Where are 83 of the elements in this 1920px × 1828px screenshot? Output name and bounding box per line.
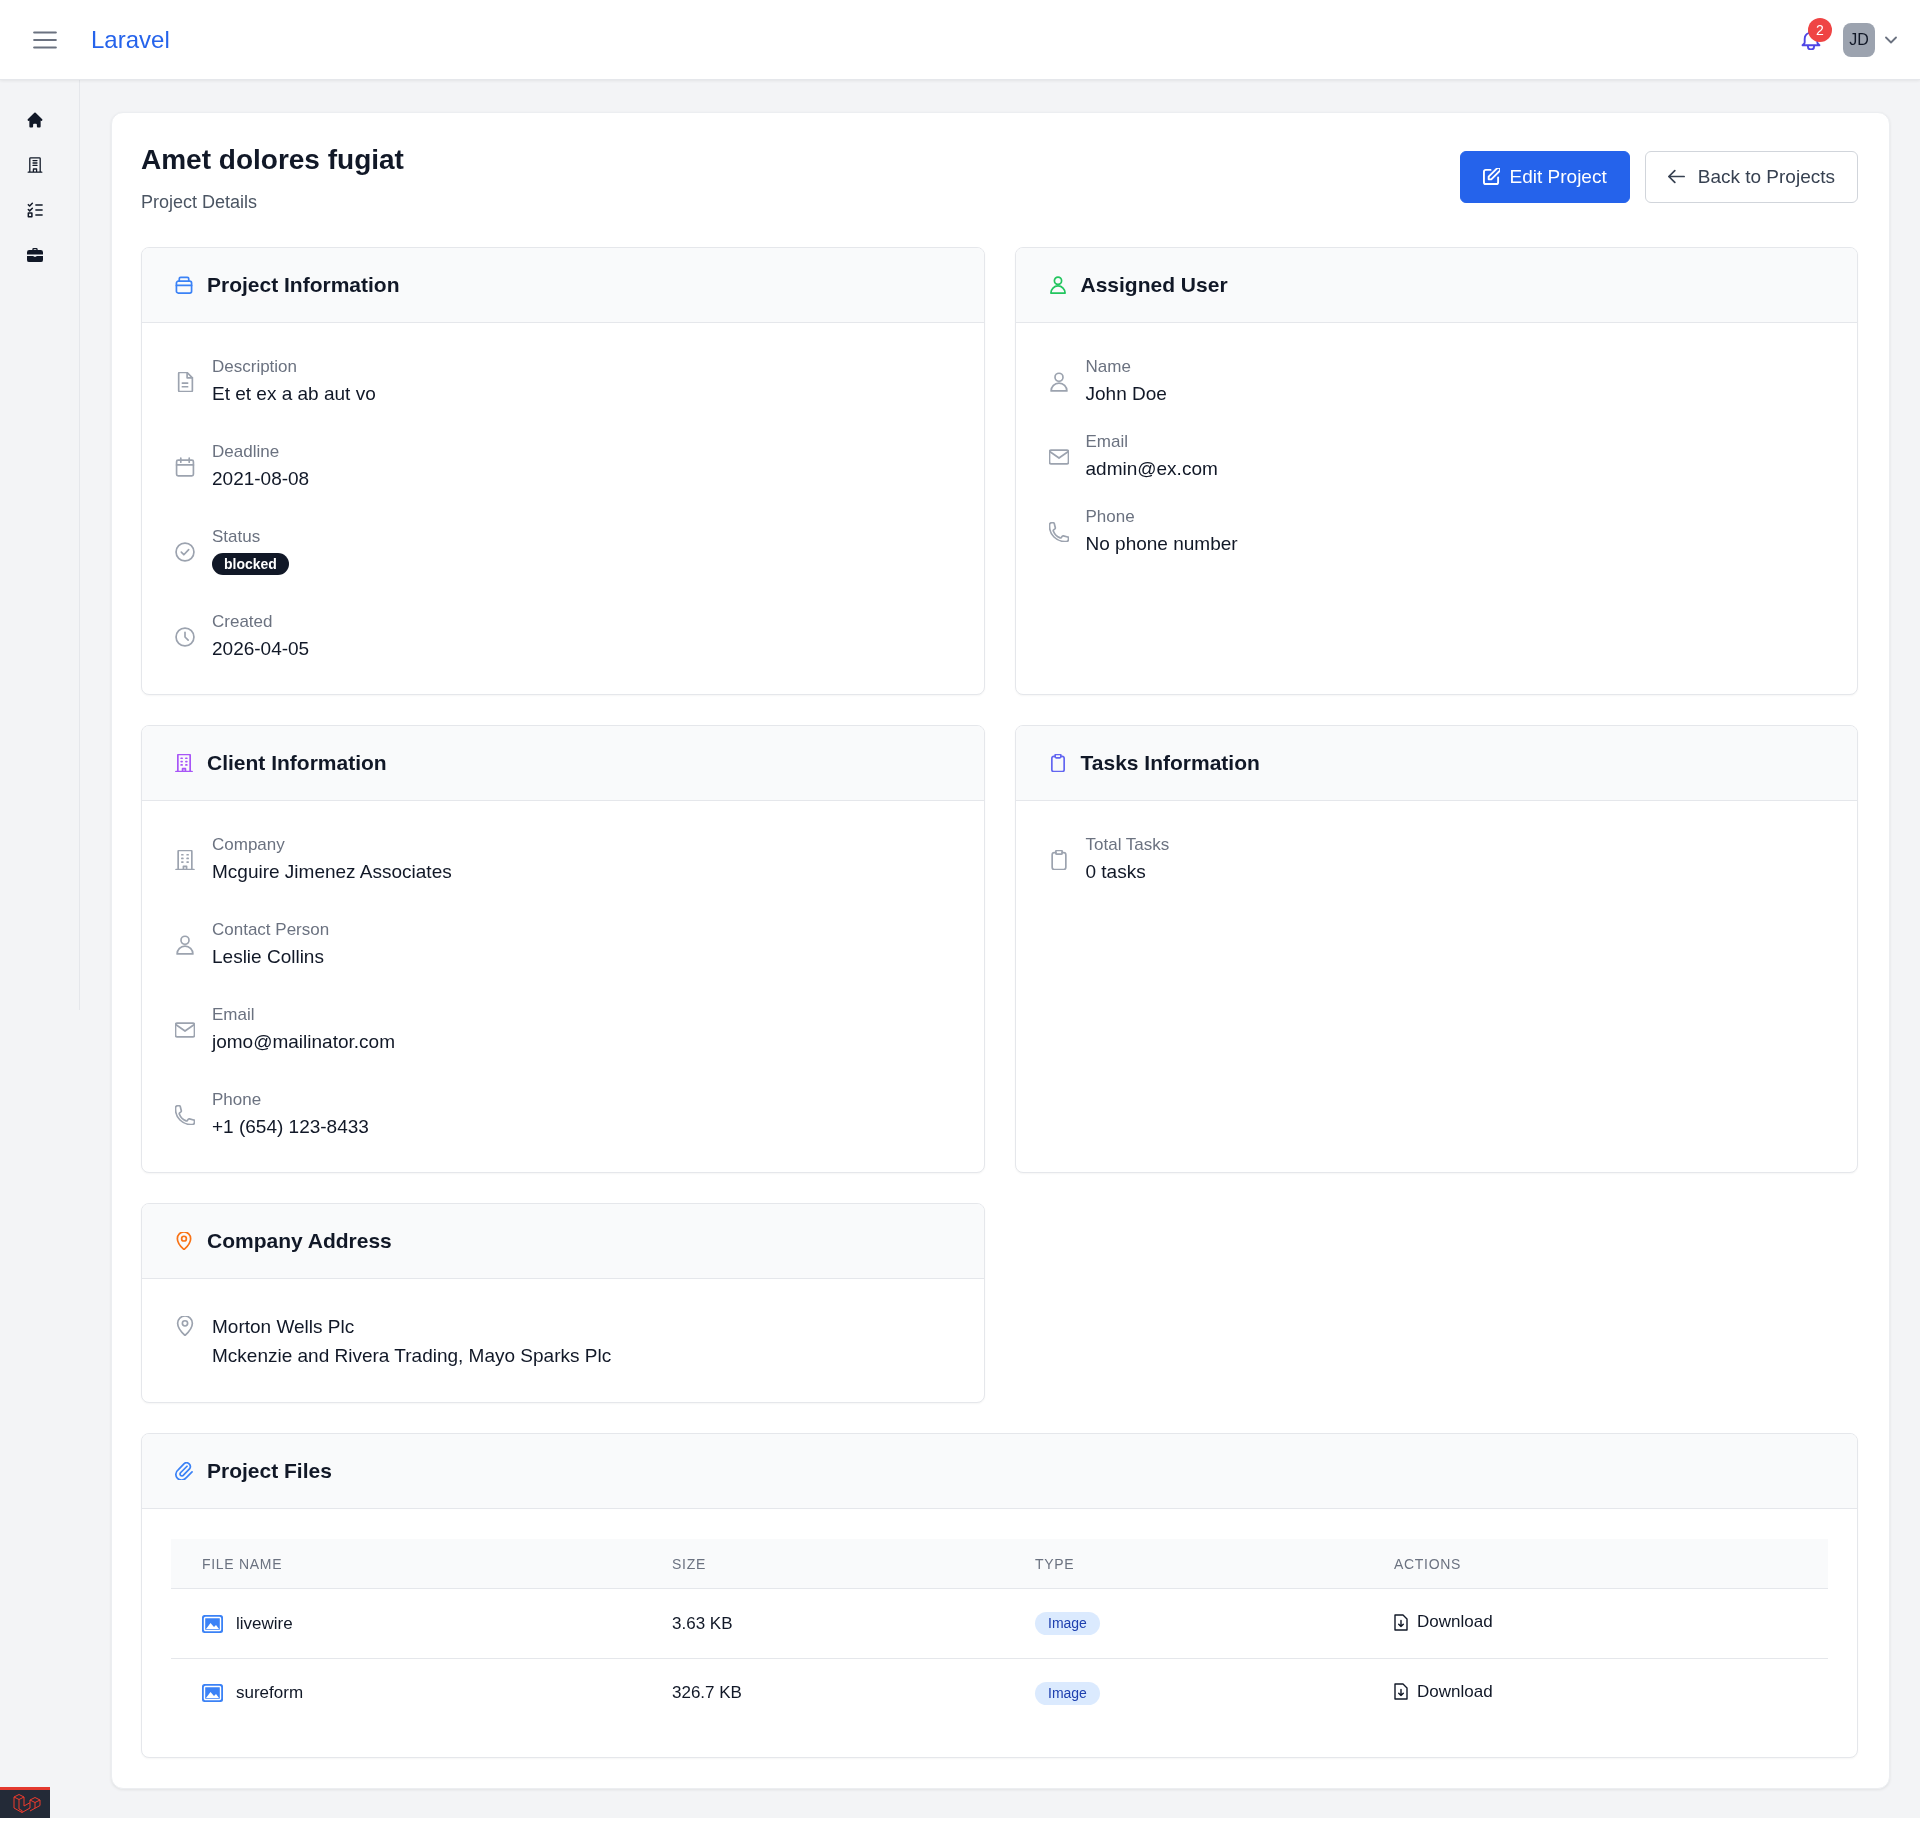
building-icon[interactable] [27, 157, 43, 173]
phone-icon [175, 1104, 195, 1125]
field-value: John Doe [1085, 382, 1167, 406]
clock-icon [175, 626, 195, 647]
phone-icon [1048, 521, 1069, 542]
field-value: 0 tasks [1085, 860, 1147, 884]
field-label: Contact Person [212, 919, 330, 941]
home-icon[interactable] [27, 112, 43, 128]
type-badge: Image [1035, 1612, 1100, 1635]
envelope-icon [175, 1019, 195, 1040]
arrow-left-icon [1667, 168, 1685, 185]
brand-name[interactable]: Laravel [91, 25, 170, 54]
field-label: Name [1085, 356, 1132, 378]
status-badge: blocked [212, 553, 289, 575]
card-title: Project Files [207, 1459, 332, 1483]
file-size: 3.63 KB [672, 1613, 733, 1634]
download-icon [1394, 1613, 1408, 1631]
field-label: Deadline [212, 441, 281, 463]
clipboard-icon [1048, 849, 1069, 870]
card-title: Client Information [207, 751, 387, 775]
edit-button[interactable]: Edit Project [1459, 150, 1630, 203]
download-link[interactable]: Download [1394, 1681, 1493, 1702]
user-icon [1048, 371, 1069, 392]
card-title: Project Information [207, 273, 400, 297]
page-title: Amet dolores fugiat [141, 143, 404, 177]
field-value: jomo@mailinator.com [212, 1030, 395, 1054]
field-label: Description [212, 356, 299, 378]
document-icon [175, 371, 195, 392]
building-icon [175, 754, 193, 772]
stack-icon [175, 276, 193, 294]
field-value: 2021-08-08 [212, 467, 310, 491]
back-button[interactable]: Back to Projects [1644, 150, 1858, 203]
field-label: Phone [1085, 506, 1136, 528]
briefcase-icon[interactable] [27, 247, 43, 263]
map-pin-icon [175, 1316, 195, 1336]
field-value: admin@ex.com [1085, 457, 1218, 481]
field-label: Total Tasks [1085, 834, 1170, 856]
field-value: +1 (654) 123-8433 [212, 1115, 369, 1139]
column-header: FILE NAME [201, 1555, 284, 1572]
address-line: Morton Wells Plc [212, 1315, 356, 1339]
envelope-icon [1048, 446, 1069, 467]
file-name: sureform [236, 1683, 304, 1703]
field-label: Status [212, 526, 262, 548]
column-header: ACTIONS [1393, 1555, 1463, 1572]
field-value: Et et ex a ab aut vo [212, 382, 376, 406]
checklist-icon[interactable] [27, 202, 43, 218]
pencil-square-icon [1482, 168, 1500, 185]
field-label: Created [212, 611, 274, 633]
column-header: TYPE [1034, 1555, 1076, 1572]
map-pin-icon [175, 1232, 193, 1250]
field-label: Email [1085, 431, 1129, 453]
menu-icon[interactable] [33, 30, 57, 49]
field-value: 2026-04-05 [212, 637, 310, 661]
field-value: Leslie Collins [212, 945, 325, 969]
field-label: Company [212, 834, 286, 856]
user-icon [1048, 276, 1067, 294]
notification-badge: 2 [1808, 17, 1832, 42]
field-value: Mcguire Jimenez Associates [212, 860, 452, 884]
file-size: 326.7 KB [672, 1683, 742, 1703]
card-title: Company Address [207, 1229, 392, 1253]
type-badge: Image [1035, 1681, 1100, 1705]
building-icon [175, 849, 195, 870]
user-icon [175, 934, 195, 955]
card-title: Tasks Information [1080, 751, 1260, 775]
field-label: Phone [212, 1089, 263, 1111]
column-header: SIZE [671, 1555, 707, 1572]
download-icon [1394, 1683, 1408, 1700]
check-circle-icon [175, 541, 195, 562]
page-subtitle: Project Details [141, 191, 259, 214]
card-title: Assigned User [1080, 273, 1228, 297]
address-line: Mckenzie and Rivera Trading, Mayo Sparks Plc [212, 1344, 612, 1368]
chevron-down-icon[interactable] [1885, 35, 1897, 44]
user-avatar[interactable]: JD [1843, 22, 1875, 57]
file-name: livewire [236, 1613, 293, 1634]
field-label: Email [212, 1004, 256, 1026]
image-file-icon [202, 1614, 223, 1633]
cubes-icon[interactable] [0, 1787, 50, 1818]
paperclip-icon [175, 1462, 193, 1480]
image-file-icon [202, 1684, 223, 1702]
field-value: No phone number [1085, 532, 1238, 556]
clipboard-icon [1048, 754, 1067, 772]
download-link[interactable]: Download [1394, 1612, 1493, 1632]
calendar-icon [175, 456, 195, 477]
